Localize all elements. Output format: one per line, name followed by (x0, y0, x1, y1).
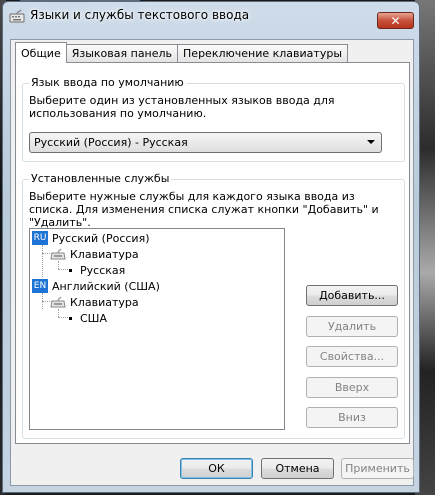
ok-button[interactable]: ОК (180, 458, 253, 479)
keyboard-icon (9, 9, 25, 23)
tree-node-label: Клавиатура (70, 295, 139, 309)
default-language-group-title: Язык ввода по умолчанию (29, 76, 186, 89)
dialog-window: Языки и службы текстового ввода ✕ Общие … (2, 1, 420, 493)
installed-services-description: Выберите нужные службы для каждого языка… (29, 190, 379, 229)
bullet-icon (69, 268, 72, 272)
default-language-dropdown[interactable]: Русский (Россия) - Русская (29, 132, 382, 153)
tree-node-label: Русская (80, 263, 126, 277)
default-language-description: Выберите один из установленных языков вв… (29, 94, 335, 120)
move-up-button[interactable]: Вверх (306, 377, 398, 398)
move-down-button[interactable]: Вниз (306, 407, 398, 428)
installed-services-group: Установленные службы Выберите нужные слу… (22, 172, 405, 439)
cancel-button[interactable]: Отмена (261, 458, 334, 479)
tab-keyboard-switching[interactable]: Переключение клавиатуры (177, 44, 348, 62)
tab-strip: Общие Языковая панель Переключение клави… (15, 42, 348, 63)
language-badge: EN (32, 279, 48, 293)
tree-node-label: США (80, 311, 107, 325)
dialog-client-area: Общие Языковая панель Переключение клави… (10, 39, 414, 486)
tree-node-keyboard-en[interactable]: Клавиатура (50, 294, 139, 310)
close-button[interactable]: ✕ (377, 12, 414, 29)
close-icon: ✕ (390, 13, 401, 28)
window-title: Языки и службы текстового ввода (30, 8, 250, 22)
tree-node-label: Английский (США) (52, 279, 160, 293)
tree-node-layout-ru[interactable]: Русская (66, 262, 125, 278)
default-language-group: Язык ввода по умолчанию Выберите один из… (22, 76, 405, 162)
keyboard-icon (50, 296, 66, 308)
tab-language-bar[interactable]: Языковая панель (65, 44, 179, 62)
properties-button[interactable]: Свойства... (306, 346, 398, 367)
bullet-icon (69, 316, 72, 320)
default-language-selected: Русский (Россия) - Русская (34, 136, 188, 149)
apply-button[interactable]: Применить (341, 458, 414, 479)
installed-services-tree[interactable]: RU Русский (Россия) Клавиатура Русская E… (29, 228, 285, 430)
tree-node-label: Клавиатура (70, 247, 139, 261)
installed-services-group-title: Установленные службы (29, 172, 172, 185)
remove-button[interactable]: Удалить (306, 316, 398, 337)
keyboard-icon (50, 248, 66, 260)
tree-node-label: Русский (Россия) (52, 231, 150, 245)
language-badge: RU (32, 231, 48, 245)
tree-node-layout-en[interactable]: США (66, 310, 107, 326)
tab-page-general: Язык ввода по умолчанию Выберите один из… (15, 62, 410, 444)
chevron-down-icon (367, 140, 375, 144)
tree-node-language-ru[interactable]: RU Русский (Россия) (32, 230, 150, 246)
tree-node-keyboard-ru[interactable]: Клавиатура (50, 246, 139, 262)
add-button[interactable]: Добавить... (306, 285, 398, 306)
tree-node-language-en[interactable]: EN Английский (США) (32, 278, 160, 294)
tab-general[interactable]: Общие (15, 42, 67, 63)
